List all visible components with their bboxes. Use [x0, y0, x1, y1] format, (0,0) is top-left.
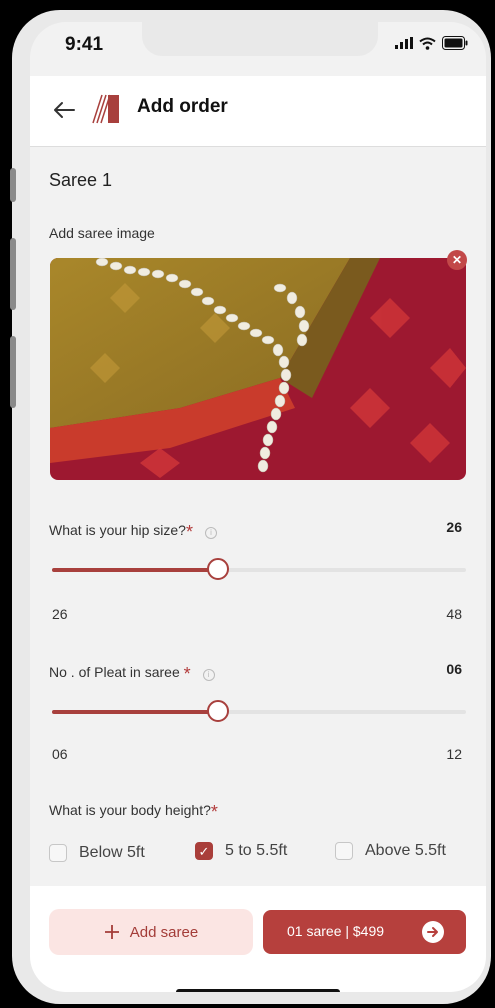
arrow-right-icon: [422, 921, 444, 943]
home-indicator: [176, 989, 340, 992]
height-option-5-to-5-5ft[interactable]: ✓ 5 to 5.5ft: [195, 842, 287, 860]
hip-size-min: 26: [52, 606, 68, 622]
hip-size-label: What is your hip size?* i: [49, 522, 217, 543]
add-saree-button[interactable]: Add saree: [49, 909, 253, 955]
pleat-label: No . of Pleat in saree * i: [49, 664, 215, 685]
hip-size-question: What is your hip size?: [49, 522, 186, 538]
slider-fill: [52, 568, 218, 572]
checkbox[interactable]: ✓: [195, 842, 213, 860]
slider-fill: [52, 710, 218, 714]
checkbox[interactable]: [335, 842, 353, 860]
back-button[interactable]: [50, 96, 78, 124]
app-header: Add order: [30, 76, 486, 147]
pleat-max: 12: [446, 746, 462, 762]
arrow-left-icon: [54, 102, 75, 118]
height-option-label: 5 to 5.5ft: [225, 842, 288, 859]
saree-image[interactable]: [50, 258, 466, 480]
info-icon: i: [204, 527, 217, 539]
pleat-slider[interactable]: [52, 700, 466, 724]
remove-image-button[interactable]: ✕: [447, 250, 467, 270]
height-option-above-5-5ft[interactable]: Above 5.5ft: [335, 842, 446, 860]
screen: 9:41 Add order Saree 1 Add saree image ✕…: [30, 22, 486, 992]
slider-thumb[interactable]: [206, 558, 229, 580]
page-title: Add order: [137, 96, 228, 117]
height-options: Below 5ft ✓ 5 to 5.5ft Above 5.5ft: [49, 842, 466, 868]
pleat-min: 06: [52, 746, 68, 762]
signal-icon: [395, 37, 413, 49]
pleat-question: No . of Pleat in saree: [49, 664, 180, 680]
checkout-button[interactable]: 01 saree | $499: [263, 910, 466, 954]
checkbox[interactable]: [49, 844, 67, 862]
bottom-action-bar: Add saree 01 saree | $499: [30, 886, 486, 992]
height-option-label: Below 5ft: [79, 844, 145, 861]
slider-thumb[interactable]: [206, 700, 229, 722]
required-asterisk: *: [210, 802, 218, 822]
body-height-label: What is your body height?*: [49, 802, 218, 823]
status-icons: [395, 36, 468, 50]
wifi-icon: [419, 37, 436, 50]
saree-photo: [50, 258, 466, 480]
info-icon: i: [202, 669, 215, 681]
pleat-value: 06: [446, 661, 462, 677]
phone-side-button: [10, 168, 16, 202]
phone-side-button: [10, 238, 16, 310]
hip-size-slider[interactable]: [52, 558, 466, 582]
battery-icon: [442, 36, 468, 50]
height-option-below-5ft[interactable]: Below 5ft: [49, 844, 145, 862]
body-height-question: What is your body height?: [49, 802, 211, 818]
height-option-label: Above 5.5ft: [365, 842, 446, 859]
plus-icon: [104, 925, 119, 939]
required-asterisk: *: [185, 522, 193, 542]
saree-section-title: Saree 1: [49, 170, 113, 190]
phone-side-button: [10, 336, 16, 408]
checkout-label: 01 saree | $499: [287, 923, 385, 939]
required-asterisk: *: [183, 664, 191, 684]
hip-size-value: 26: [446, 519, 462, 535]
hip-size-max: 48: [446, 606, 462, 622]
image-label: Add saree image: [49, 225, 155, 241]
notch: [142, 22, 378, 56]
status-time: 9:41: [65, 34, 104, 55]
add-saree-label: Add saree: [129, 923, 199, 941]
brand-logo: [92, 94, 119, 124]
